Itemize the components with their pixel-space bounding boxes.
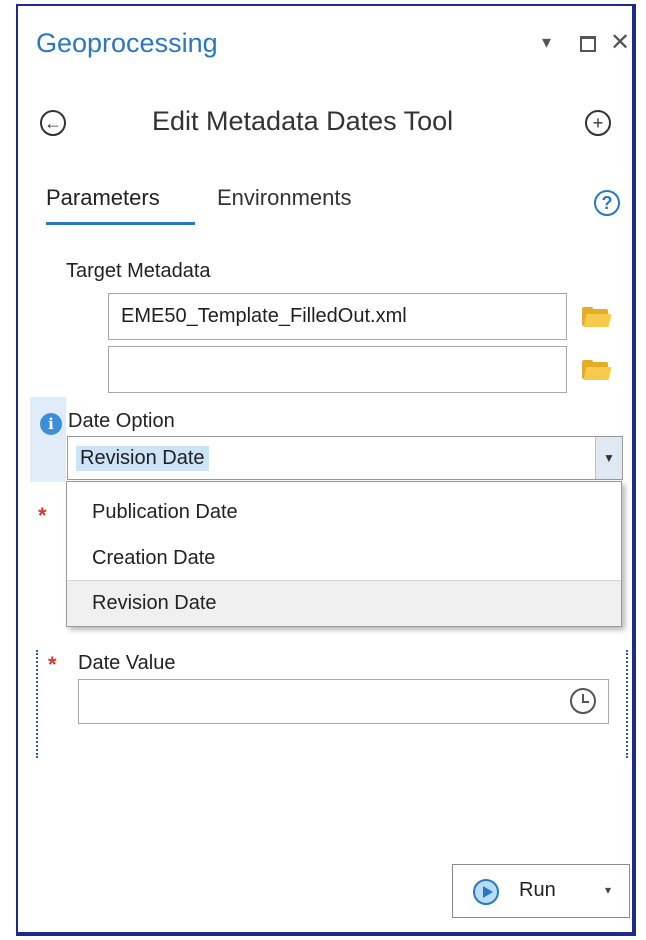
run-button-label: Run [519,879,556,901]
date-option-focus-highlight [30,397,66,482]
back-arrow-icon: ← [44,113,62,133]
dropdown-arrow-icon[interactable]: ▼ [595,437,622,479]
date-value-label: Date Value [78,652,176,674]
dropdown-option-creation-date[interactable]: Creation Date [67,535,621,581]
back-button[interactable]: ← [40,110,66,136]
tab-environments[interactable]: Environments [217,185,352,211]
add-button[interactable]: + [585,110,611,136]
date-option-selected-value: Revision Date [76,446,209,471]
tab-parameters[interactable]: Parameters [46,185,160,211]
pane-options-dropdown-icon[interactable]: ▾ [542,32,551,53]
play-icon [473,879,499,905]
date-option-dropdown-list: Publication Date Creation Date Revision … [66,481,622,627]
required-icon: * [48,652,57,677]
date-value-input[interactable] [78,679,609,724]
dropdown-option-publication-date[interactable]: Publication Date [67,489,621,535]
target-metadata-label: Target Metadata [66,260,211,282]
info-icon[interactable]: i [40,413,62,435]
maximize-icon[interactable] [580,36,596,52]
date-value-group-border [36,650,38,758]
run-button[interactable]: Run ▾ [452,864,630,918]
date-option-select[interactable]: Revision Date ▼ [67,436,623,480]
required-icon: * [38,503,47,528]
close-icon[interactable]: ✕ [610,28,630,57]
tool-title: Edit Metadata Dates Tool [152,106,454,136]
dropdown-option-revision-date[interactable]: Revision Date [67,580,621,626]
date-option-label: Date Option [68,410,175,432]
plus-icon: + [592,113,604,133]
chevron-down-icon[interactable]: ▾ [605,883,611,897]
clock-icon[interactable] [570,688,596,714]
pane-title: Geoprocessing [36,28,218,58]
date-value-group-border [626,650,628,758]
browse-folder-icon[interactable] [582,307,612,327]
target-metadata-input-1[interactable]: EME50_Template_FilledOut.xml [108,293,567,340]
target-metadata-input-2[interactable] [108,346,567,393]
active-tab-indicator [46,222,195,225]
browse-folder-icon[interactable] [582,360,612,380]
help-icon[interactable]: ? [594,190,620,216]
